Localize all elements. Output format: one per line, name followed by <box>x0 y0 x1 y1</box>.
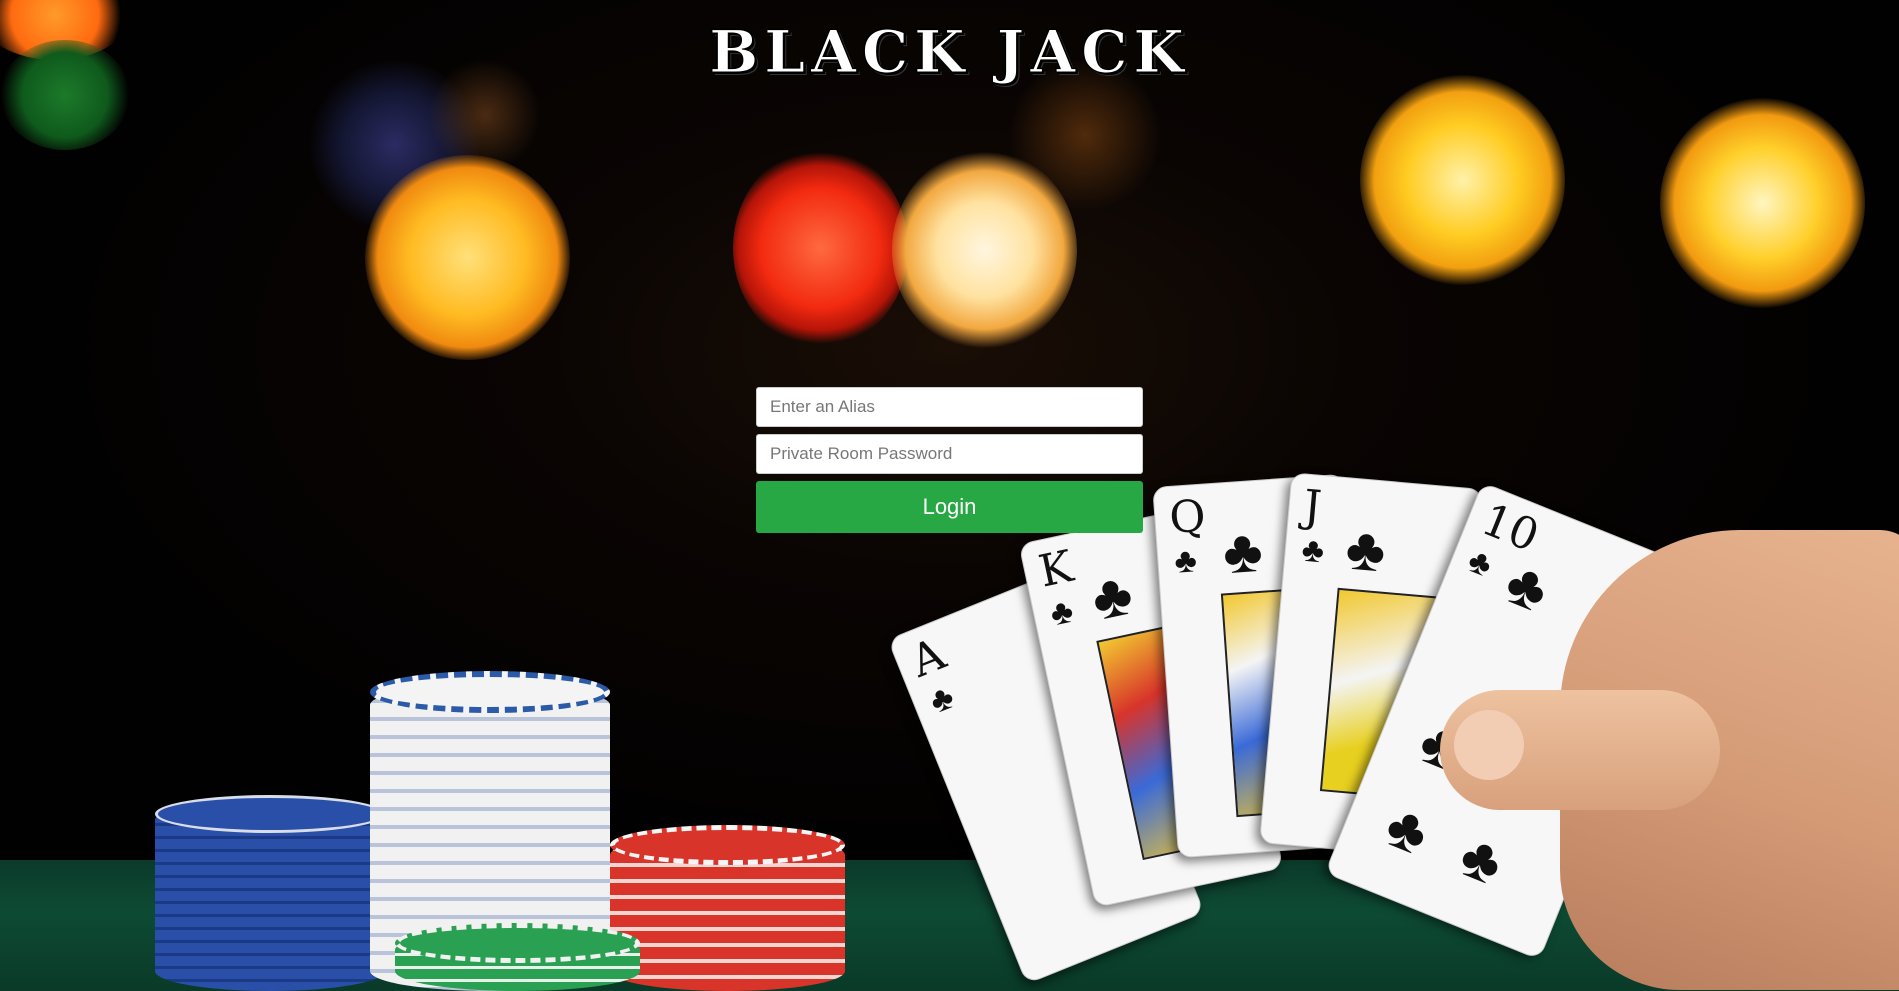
card-rank: K <box>1034 540 1078 598</box>
club-icon: ♣ <box>924 677 960 722</box>
login-form: Login <box>756 387 1143 533</box>
club-icon: ♣ <box>1376 791 1439 869</box>
login-button[interactable]: Login <box>756 481 1143 533</box>
password-input[interactable] <box>756 434 1143 474</box>
thumbnail <box>1454 710 1524 780</box>
club-icon: ♣ <box>1220 516 1265 587</box>
bokeh-light <box>1360 75 1565 285</box>
hand <box>1440 490 1899 991</box>
green-chip-top <box>395 923 640 963</box>
card-rank: Q <box>1167 490 1208 544</box>
alias-input[interactable] <box>756 387 1143 427</box>
bokeh-light <box>365 155 570 360</box>
club-icon: ♣ <box>1300 530 1326 571</box>
card-rank: J <box>1301 480 1324 533</box>
bokeh-light <box>733 148 908 348</box>
casino-background: A ♣ K ♣ ♣ Q ♣ ♣ J ♣ ♣ 10 ♣ ♣ ♣ ♣ ♣ ♣ <box>0 0 1899 991</box>
club-icon: ♣ <box>1085 559 1139 634</box>
page-title: BLACK JACK <box>709 18 1190 87</box>
chip-stacks <box>155 665 855 991</box>
white-chip-top <box>370 671 610 713</box>
bokeh-light <box>1660 98 1865 308</box>
club-icon: ♣ <box>1343 514 1389 585</box>
club-icon: ♣ <box>1046 591 1077 634</box>
club-icon: ♣ <box>1173 541 1199 581</box>
blue-chip-top <box>155 795 385 833</box>
red-chip-top <box>610 825 845 865</box>
